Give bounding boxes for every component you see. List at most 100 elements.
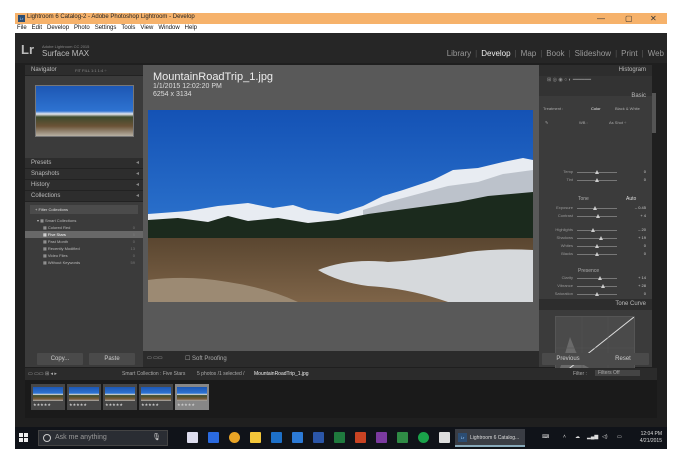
slider-value[interactable]: 0 [644,291,646,296]
grid-view-icon[interactable]: ▭ ▭▭ ⊞ ◂ ▸ [28,371,57,377]
copy-button[interactable]: Copy... [37,353,83,365]
microphone-icon[interactable]: 🎙 [152,431,161,445]
basic-header[interactable]: Basic [539,91,652,102]
powerpoint-icon[interactable] [355,432,366,443]
filmstrip-source[interactable]: Smart Collection : Five Stars [122,371,185,377]
slider-value[interactable]: + 19 [638,235,646,240]
file-explorer-icon[interactable] [250,432,261,443]
slider-exposure[interactable]: Exposure – 0.45 [539,205,652,212]
slider-highlights[interactable]: Highlights – 20 [539,227,652,234]
collection-item[interactable]: ▦ Without Keywords 59 [25,259,143,266]
collection-item[interactable]: ▦ Recently Modified 13 [25,245,143,252]
slider-value[interactable]: + 14 [638,275,646,280]
lightroom-taskbar-button[interactable]: Lr Lightroom 6 Catalog... [455,429,525,447]
star-rating[interactable]: ★★★★★ [105,402,135,407]
star-rating[interactable]: ★★★★★ [69,402,99,407]
slider-track[interactable] [577,238,617,239]
filmstrip-thumbnail[interactable]: ★★★★★ [31,384,65,410]
section-history[interactable]: History ◂ [25,180,143,191]
collection-item[interactable]: ▾ ▦ Smart Collections [25,217,143,224]
filmstrip-thumbnail[interactable]: ★★★★★ [139,384,173,410]
star-rating[interactable]: ★★★★★ [141,402,171,407]
network-icon[interactable]: ▂▄▆ [587,434,598,440]
menu-item-edit[interactable]: Edit [32,25,42,31]
treatment-black-white[interactable]: Black & White [615,106,640,111]
menu-item-tools[interactable]: Tools [121,25,135,31]
right-panel-scrollbar[interactable] [652,93,656,133]
slider-saturation[interactable]: Saturation 0 [539,291,652,298]
eyedropper-icon[interactable]: ✎ [545,120,548,125]
task-view-icon[interactable] [187,432,198,443]
slider-handle[interactable] [595,214,600,218]
menu-item-help[interactable]: Help [185,25,197,31]
slider-handle[interactable] [595,170,599,174]
filter-collections[interactable]: + Filter Collections [30,205,138,214]
slider-handle[interactable] [595,252,599,256]
outlook-icon[interactable] [271,432,282,443]
paste-button[interactable]: Paste [89,353,135,365]
star-rating[interactable]: ★★★★★ [177,402,207,407]
slider-handle[interactable] [599,236,603,240]
slider-blacks[interactable]: Blacks 0 [539,251,652,258]
slider-whites[interactable]: Whites 0 [539,243,652,250]
volume-icon[interactable]: ◁) [602,434,608,440]
image-canvas[interactable]: MountainRoadTrip_1.jpg 1/1/2015 12:02:20… [143,65,539,351]
slider-clarity[interactable]: Clarity + 14 [539,275,652,282]
collection-item[interactable]: ▦ Five Stars 5 [25,231,143,238]
module-slideshow[interactable]: Slideshow [575,49,611,58]
navigator-header[interactable]: Navigator FIT FILL 1:1 1:4 ÷ [25,65,143,76]
tone-curve-header[interactable]: Tone Curve [539,299,652,310]
menu-item-settings[interactable]: Settings [95,25,117,31]
module-print[interactable]: Print [621,49,637,58]
wb-select[interactable]: As Shot ÷ [609,120,626,125]
section-presets[interactable]: Presets ◂ [25,158,143,169]
slider-contrast[interactable]: Contrast + 4 [539,213,652,220]
slider-shadows[interactable]: Shadows + 19 [539,235,652,242]
navigator-zoom-options[interactable]: FIT FILL 1:1 1:4 ÷ [75,65,107,76]
filmstrip-thumbnail[interactable]: ★★★★★ [67,384,101,410]
menu-item-view[interactable]: View [140,25,153,31]
slider-value[interactable]: 0 [644,169,646,174]
spotify-icon[interactable] [418,432,429,443]
slider-temp[interactable]: Temp 0 [539,169,652,176]
menu-item-window[interactable]: Window [158,25,179,31]
menu-item-develop[interactable]: Develop [47,25,69,31]
windows-start-icon[interactable] [19,433,29,443]
slider-handle[interactable] [597,276,602,280]
slider-value[interactable]: + 28 [638,283,646,288]
notification-icon[interactable]: ▭ [617,434,622,440]
publisher-icon[interactable] [397,432,408,443]
slider-track[interactable] [577,230,617,231]
ie-icon[interactable] [208,432,219,443]
slider-value[interactable]: – 20 [638,227,646,232]
slider-value[interactable]: 0 [644,251,646,256]
section-snapshots[interactable]: Snapshots ◂ [25,169,143,180]
histogram-header[interactable]: Histogram [539,65,652,76]
maximize-button[interactable]: ▢ [625,13,633,24]
clock[interactable]: 12:04 PM 4/21/2015 [640,431,662,445]
search-box[interactable]: Ask me anything 🎙 [38,430,168,446]
filmstrip-thumbnail[interactable]: ★★★★★ [103,384,137,410]
collection-item[interactable]: ▦ Video Files 0 [25,252,143,259]
slider-handle[interactable] [595,178,599,182]
section-collections[interactable]: Collections ◂ [25,191,143,202]
slider-vibrance[interactable]: Vibrance + 28 [539,283,652,290]
module-web[interactable]: Web [648,49,664,58]
slider-track[interactable] [577,286,617,287]
filmstrip-thumbnail[interactable]: ★★★★★ [175,384,209,410]
module-develop[interactable]: Develop [481,49,510,58]
treatment-color[interactable]: Color [591,106,601,111]
slider-value[interactable]: + 4 [640,213,646,218]
slider-handle[interactable] [593,206,597,210]
auto-tone-button[interactable]: Auto [626,196,636,202]
slider-handle[interactable] [595,292,599,296]
module-library[interactable]: Library [447,49,471,58]
slider-track[interactable] [577,208,617,209]
slider-value[interactable]: 0 [644,243,646,248]
slider-handle[interactable] [600,284,605,288]
reset-button[interactable]: Reset [597,353,649,365]
slider-tint[interactable]: Tint 0 [539,177,652,184]
menu-item-photo[interactable]: Photo [74,25,90,31]
close-button[interactable]: ✕ [650,13,657,24]
menu-item-file[interactable]: File [17,25,27,31]
